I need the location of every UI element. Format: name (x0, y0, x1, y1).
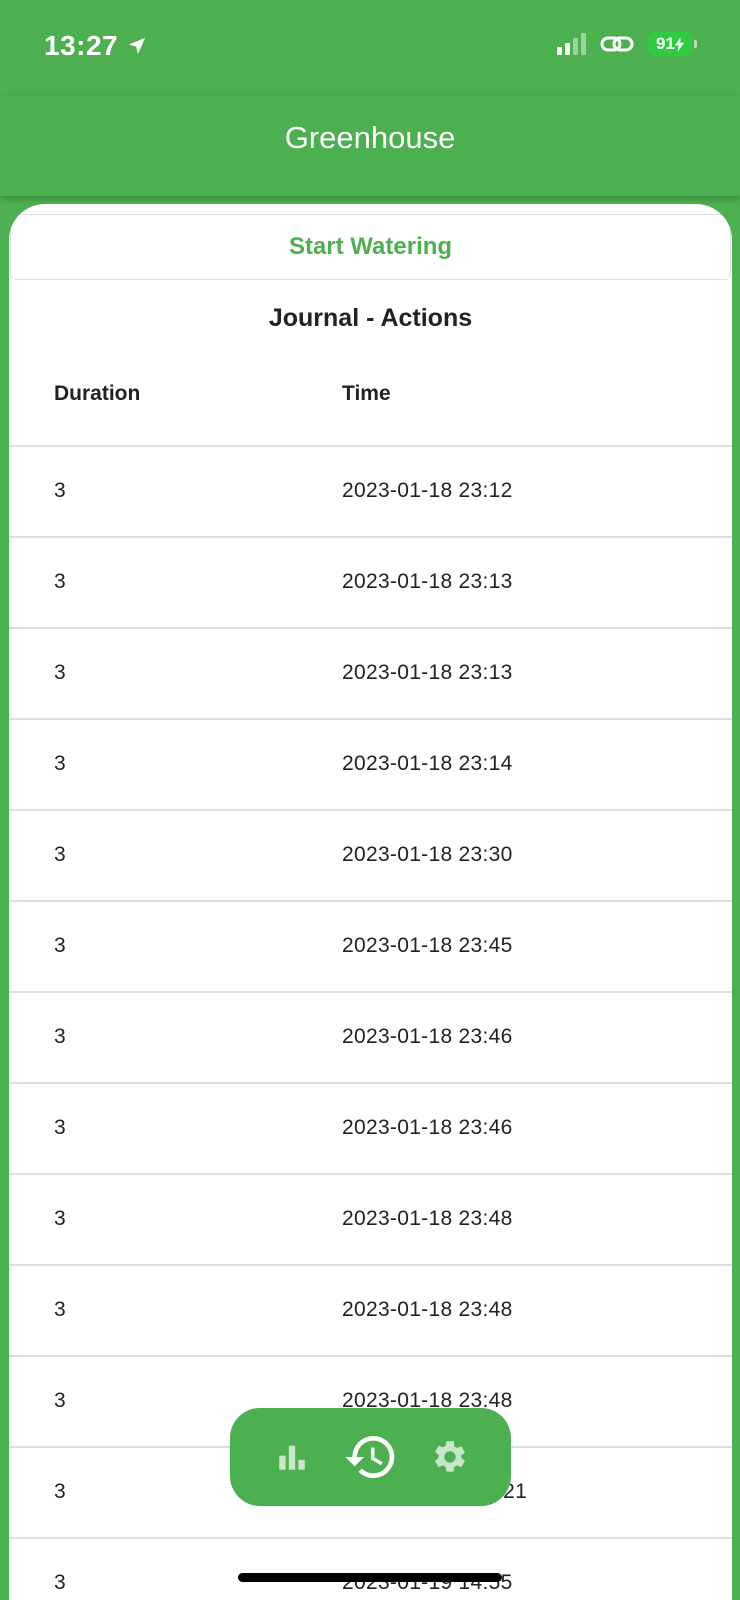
time-cell: 2023-01-18 23:45 (342, 934, 513, 957)
duration-cell: 3 (54, 479, 66, 502)
time-cell: 2023-01-18 23:48 (342, 1298, 513, 1321)
table-row: 3 2023-01-18 23:13 (9, 538, 732, 629)
page-title: Greenhouse (284, 120, 456, 155)
time-cell: 2023-01-18 23:46 (342, 1025, 513, 1048)
bar-chart-icon (278, 1445, 305, 1470)
duration-cell: 3 (54, 1480, 66, 1503)
link-icon (600, 36, 634, 52)
table-row: 3 2023-01-19 14:55 (9, 1539, 732, 1600)
duration-cell: 3 (54, 1389, 66, 1412)
nav-settings-button[interactable] (418, 1425, 482, 1489)
history-icon (344, 1436, 394, 1478)
charging-bolt-icon (674, 36, 684, 52)
journal-card: Start Watering Journal - Actions Duratio… (9, 204, 732, 1600)
gear-icon (434, 1441, 465, 1472)
table-row: 3 2023-01-18 23:46 (9, 993, 732, 1084)
column-header-time: Time (342, 382, 391, 405)
duration-cell: 3 (54, 570, 66, 593)
table-row: 3 2023-01-18 23:48 (9, 1266, 732, 1357)
nav-statistics-button[interactable] (260, 1425, 324, 1489)
location-arrow-icon (128, 37, 146, 55)
duration-cell: 3 (54, 1571, 66, 1594)
time-cell: 2023-01-18 23:14 (342, 752, 513, 775)
table-row: 3 2023-01-18 23:45 (9, 902, 732, 993)
time-cell: 2023-01-18 23:46 (342, 1116, 513, 1139)
time-cell: 2023-01-18 23:13 (342, 570, 513, 593)
table-row: 3 2023-01-18 23:14 (9, 720, 732, 811)
status-bar: 13:27 91 (0, 0, 740, 96)
status-icons: 91 (557, 32, 697, 56)
app-bar: Greenhouse (0, 96, 740, 196)
duration-cell: 3 (54, 752, 66, 775)
status-time-text: 13:27 (44, 30, 119, 61)
duration-cell: 3 (54, 1207, 66, 1230)
battery-indicator: 91 (648, 32, 697, 56)
duration-cell: 3 (54, 1025, 66, 1048)
duration-cell: 3 (54, 934, 66, 957)
time-cell: 2023-01-18 23:48 (342, 1207, 513, 1230)
duration-cell: 3 (54, 843, 66, 866)
cellular-signal-icon (557, 33, 586, 55)
time-cell: 2023-01-18 23:30 (342, 843, 513, 866)
duration-cell: 3 (54, 1298, 66, 1321)
table-row: 3 2023-01-18 23:48 (9, 1175, 732, 1266)
duration-cell: 3 (54, 1116, 66, 1139)
table-row: 3 2023-01-18 23:30 (9, 811, 732, 902)
time-cell: 2023-01-18 23:12 (342, 479, 513, 502)
home-indicator[interactable] (238, 1573, 502, 1582)
battery-level: 91 (656, 34, 675, 53)
status-time: 13:27 (44, 30, 148, 62)
start-watering-button[interactable]: Start Watering (10, 214, 731, 280)
journal-title: Journal - Actions (268, 304, 473, 332)
table-row: 3 2023-01-18 23:12 (9, 447, 732, 538)
duration-cell: 3 (54, 661, 66, 684)
nav-history-button[interactable] (339, 1425, 403, 1489)
table-row: 3 2023-01-18 23:46 (9, 1084, 732, 1175)
column-header-duration: Duration (54, 382, 141, 405)
bottom-navigation (230, 1408, 511, 1506)
table-row: 3 2023-01-18 23:13 (9, 629, 732, 720)
time-cell: 2023-01-18 23:13 (342, 661, 513, 684)
